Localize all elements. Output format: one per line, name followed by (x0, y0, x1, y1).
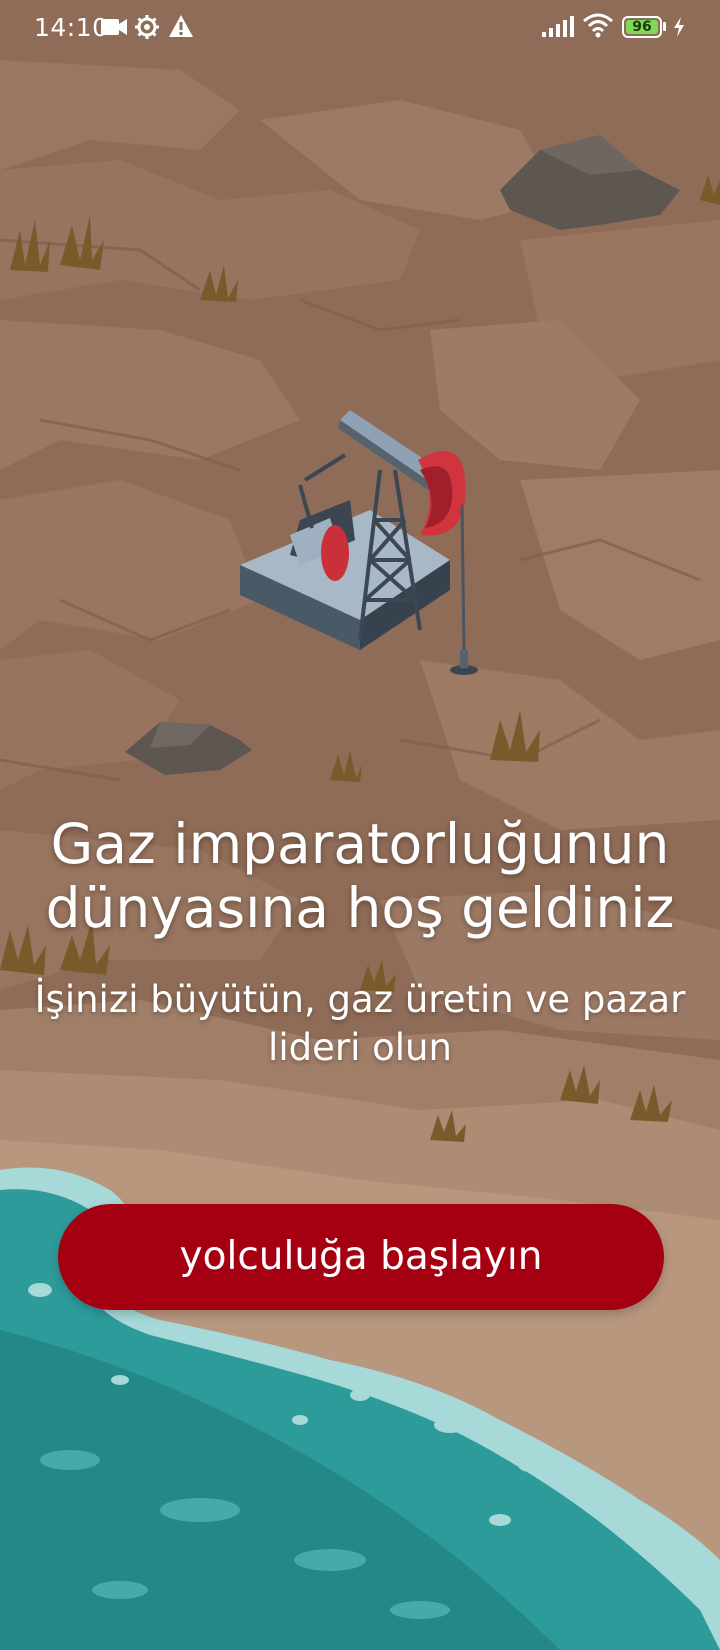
warning-icon (168, 14, 194, 42)
start-journey-button[interactable]: yolculuğa başlayın (58, 1204, 664, 1310)
gear-icon (134, 14, 160, 44)
wifi-icon (582, 12, 614, 42)
status-bar: 14:10 96 (0, 0, 720, 56)
battery-icon: 96 (622, 16, 662, 38)
welcome-title: Gaz imparatorluğunun dünyasına hoş geldi… (45, 812, 675, 940)
welcome-screen: 14:10 96 Gaz imparatorluğunun dünyasına … (0, 0, 720, 1650)
battery-nub (663, 22, 666, 31)
battery-level: 96 (632, 19, 652, 35)
signal-icon (540, 14, 574, 42)
welcome-subtitle: İşinizi büyütün, gaz üretin ve pazar lid… (34, 978, 686, 1069)
charging-icon (672, 16, 686, 42)
video-camera-icon (100, 16, 128, 42)
status-time: 14:10 (34, 13, 109, 42)
